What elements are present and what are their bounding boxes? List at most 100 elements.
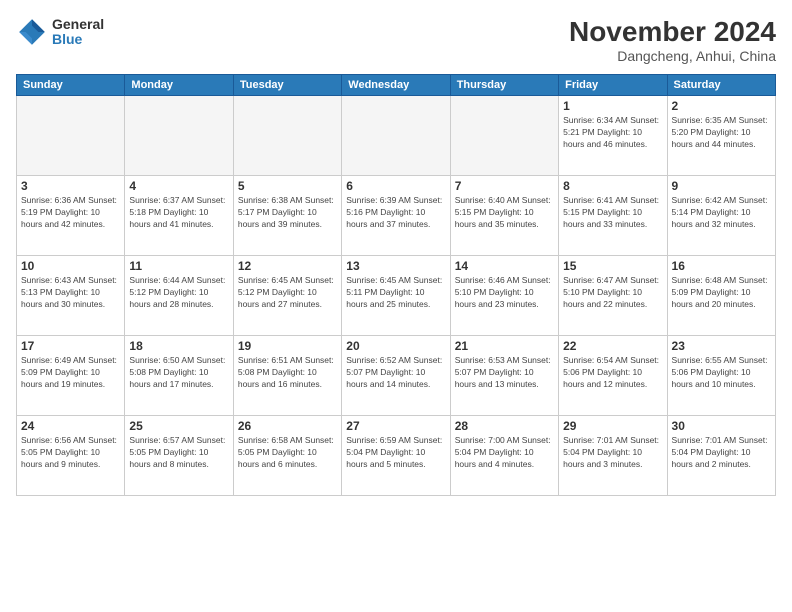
week-row-1: 1 Sunrise: 6:34 AM Sunset: 5:21 PM Daylig… [17, 96, 776, 176]
day-num-24: 24 [21, 419, 120, 433]
day-info-29: Sunrise: 7:01 AM Sunset: 5:04 PM Dayligh… [563, 435, 662, 471]
cell-w1-d7: 2Sunrise: 6:35 AM Sunset: 5:20 PM Daylig… [667, 96, 775, 176]
cell-w1-d2 [125, 96, 233, 176]
day-info-14: Sunrise: 6:46 AM Sunset: 5:10 PM Dayligh… [455, 275, 554, 311]
cell-w2-d4: 6 Sunrise: 6:39 AM Sunset: 5:16 PM Daylig… [342, 176, 450, 256]
col-tuesday: Tuesday [233, 75, 341, 96]
col-sunday: Sunday [17, 75, 125, 96]
day-info-26: Sunrise: 6:58 AM Sunset: 5:05 PM Dayligh… [238, 435, 337, 471]
day-info-9: Sunrise: 6:42 AM Sunset: 5:14 PM Dayligh… [672, 195, 771, 231]
day-num-22: 22 [563, 339, 662, 353]
day-info-11: Sunrise: 6:44 AM Sunset: 5:12 PM Dayligh… [129, 275, 228, 311]
week-row-4: 17 Sunrise: 6:49 AM Sunset: 5:09 PM Dayli… [17, 336, 776, 416]
day-info-27: Sunrise: 6:59 AM Sunset: 5:04 PM Dayligh… [346, 435, 445, 471]
cell-w4-d7: 23Sunrise: 6:55 AM Sunset: 5:06 PM Dayli… [667, 336, 775, 416]
day-info-4: Sunrise: 6:37 AM Sunset: 5:18 PM Dayligh… [129, 195, 228, 231]
day-info-30: Sunrise: 7:01 AM Sunset: 5:04 PM Dayligh… [672, 435, 771, 471]
day-info-7: Sunrise: 6:40 AM Sunset: 5:15 PM Dayligh… [455, 195, 554, 231]
calendar-header: Sunday Monday Tuesday Wednesday Thursday… [17, 75, 776, 96]
day-info-13: Sunrise: 6:45 AM Sunset: 5:11 PM Dayligh… [346, 275, 445, 311]
day-num-28: 28 [455, 419, 554, 433]
day-info-28: Sunrise: 7:00 AM Sunset: 5:04 PM Dayligh… [455, 435, 554, 471]
cell-w3-d1: 10 Sunrise: 6:43 AM Sunset: 5:13 PM Dayli… [17, 256, 125, 336]
day-num-25: 25 [129, 419, 228, 433]
cell-w5-d7: 30 Sunrise: 7:01 AM Sunset: 5:04 PM Dayli… [667, 416, 775, 496]
logo-general: General [52, 17, 104, 32]
day-info-24: Sunrise: 6:56 AM Sunset: 5:05 PM Dayligh… [21, 435, 120, 471]
day-info-2: Sunrise: 6:35 AM Sunset: 5:20 PM Dayligh… [672, 115, 771, 151]
cell-w2-d3: 5 Sunrise: 6:38 AM Sunset: 5:17 PM Daylig… [233, 176, 341, 256]
day-num-7: 7 [455, 179, 554, 193]
day-num-5: 5 [238, 179, 337, 193]
day-num-15: 15 [563, 259, 662, 273]
day-num-23: 23 [672, 339, 771, 353]
day-info-21: Sunrise: 6:53 AM Sunset: 5:07 PM Dayligh… [455, 355, 554, 391]
day-num-29: 29 [563, 419, 662, 433]
day-num-26: 26 [238, 419, 337, 433]
cell-w1-d5 [450, 96, 558, 176]
day-num-30: 30 [672, 419, 771, 433]
day-num-19: 19 [238, 339, 337, 353]
week-row-2: 3 Sunrise: 6:36 AM Sunset: 5:19 PM Daylig… [17, 176, 776, 256]
day-num-17: 17 [21, 339, 120, 353]
cell-w2-d7: 9 Sunrise: 6:42 AM Sunset: 5:14 PM Daylig… [667, 176, 775, 256]
day-num-9: 9 [672, 179, 771, 193]
day-num-27: 27 [346, 419, 445, 433]
cell-w3-d7: 16 Sunrise: 6:48 AM Sunset: 5:09 PM Dayli… [667, 256, 775, 336]
cell-w1-d1 [17, 96, 125, 176]
cell-w4-d6: 22 Sunrise: 6:54 AM Sunset: 5:06 PM Dayli… [559, 336, 667, 416]
day-num-6: 6 [346, 179, 445, 193]
day-num-14: 14 [455, 259, 554, 273]
cell-w1-d3 [233, 96, 341, 176]
day-info-10: Sunrise: 6:43 AM Sunset: 5:13 PM Dayligh… [21, 275, 120, 311]
cell-w5-d1: 24 Sunrise: 6:56 AM Sunset: 5:05 PM Dayli… [17, 416, 125, 496]
calendar-body: 1 Sunrise: 6:34 AM Sunset: 5:21 PM Daylig… [17, 96, 776, 496]
week-row-5: 24 Sunrise: 6:56 AM Sunset: 5:05 PM Dayli… [17, 416, 776, 496]
day-num-8: 8 [563, 179, 662, 193]
week-row-3: 10 Sunrise: 6:43 AM Sunset: 5:13 PM Dayli… [17, 256, 776, 336]
subtitle: Dangcheng, Anhui, China [569, 48, 776, 64]
cell-w3-d4: 13 Sunrise: 6:45 AM Sunset: 5:11 PM Dayli… [342, 256, 450, 336]
header: General Blue November 2024 Dangcheng, An… [16, 16, 776, 64]
day-info-16: Sunrise: 6:48 AM Sunset: 5:09 PM Dayligh… [672, 275, 771, 311]
day-info-8: Sunrise: 6:41 AM Sunset: 5:15 PM Dayligh… [563, 195, 662, 231]
cell-w1-d6: 1 Sunrise: 6:34 AM Sunset: 5:21 PM Daylig… [559, 96, 667, 176]
day-num-10: 10 [21, 259, 120, 273]
day-info-6: Sunrise: 6:39 AM Sunset: 5:16 PM Dayligh… [346, 195, 445, 231]
cell-w5-d3: 26 Sunrise: 6:58 AM Sunset: 5:05 PM Dayli… [233, 416, 341, 496]
day-info-12: Sunrise: 6:45 AM Sunset: 5:12 PM Dayligh… [238, 275, 337, 311]
logo: General Blue [16, 16, 104, 48]
col-wednesday: Wednesday [342, 75, 450, 96]
day-info-19: Sunrise: 6:51 AM Sunset: 5:08 PM Dayligh… [238, 355, 337, 391]
cell-w4-d3: 19 Sunrise: 6:51 AM Sunset: 5:08 PM Dayli… [233, 336, 341, 416]
col-monday: Monday [125, 75, 233, 96]
day-info-17: Sunrise: 6:49 AM Sunset: 5:09 PM Dayligh… [21, 355, 120, 391]
cell-w5-d5: 28 Sunrise: 7:00 AM Sunset: 5:04 PM Dayli… [450, 416, 558, 496]
day-num-12: 12 [238, 259, 337, 273]
col-thursday: Thursday [450, 75, 558, 96]
day-num-13: 13 [346, 259, 445, 273]
day-info-1: Sunrise: 6:34 AM Sunset: 5:21 PM Dayligh… [563, 115, 662, 151]
day-num-3: 3 [21, 179, 120, 193]
day-info-22: Sunrise: 6:54 AM Sunset: 5:06 PM Dayligh… [563, 355, 662, 391]
cell-w4-d1: 17 Sunrise: 6:49 AM Sunset: 5:09 PM Dayli… [17, 336, 125, 416]
day-num-4: 4 [129, 179, 228, 193]
title-block: November 2024 Dangcheng, Anhui, China [569, 16, 776, 64]
day-info-3: Sunrise: 6:36 AM Sunset: 5:19 PM Dayligh… [21, 195, 120, 231]
day-info-15: Sunrise: 6:47 AM Sunset: 5:10 PM Dayligh… [563, 275, 662, 311]
day-info-5: Sunrise: 6:38 AM Sunset: 5:17 PM Dayligh… [238, 195, 337, 231]
cell-w4-d2: 18Sunrise: 6:50 AM Sunset: 5:08 PM Dayli… [125, 336, 233, 416]
day-num-1: 1 [563, 99, 662, 113]
day-info-18: Sunrise: 6:50 AM Sunset: 5:08 PM Dayligh… [129, 355, 228, 391]
cell-w3-d6: 15 Sunrise: 6:47 AM Sunset: 5:10 PM Dayli… [559, 256, 667, 336]
cell-w3-d5: 14 Sunrise: 6:46 AM Sunset: 5:10 PM Dayli… [450, 256, 558, 336]
day-num-20: 20 [346, 339, 445, 353]
day-num-16: 16 [672, 259, 771, 273]
cell-w4-d4: 20Sunrise: 6:52 AM Sunset: 5:07 PM Dayli… [342, 336, 450, 416]
day-info-25: Sunrise: 6:57 AM Sunset: 5:05 PM Dayligh… [129, 435, 228, 471]
col-saturday: Saturday [667, 75, 775, 96]
col-friday: Friday [559, 75, 667, 96]
cell-w1-d4 [342, 96, 450, 176]
header-row: Sunday Monday Tuesday Wednesday Thursday… [17, 75, 776, 96]
cell-w3-d3: 12 Sunrise: 6:45 AM Sunset: 5:12 PM Dayli… [233, 256, 341, 336]
